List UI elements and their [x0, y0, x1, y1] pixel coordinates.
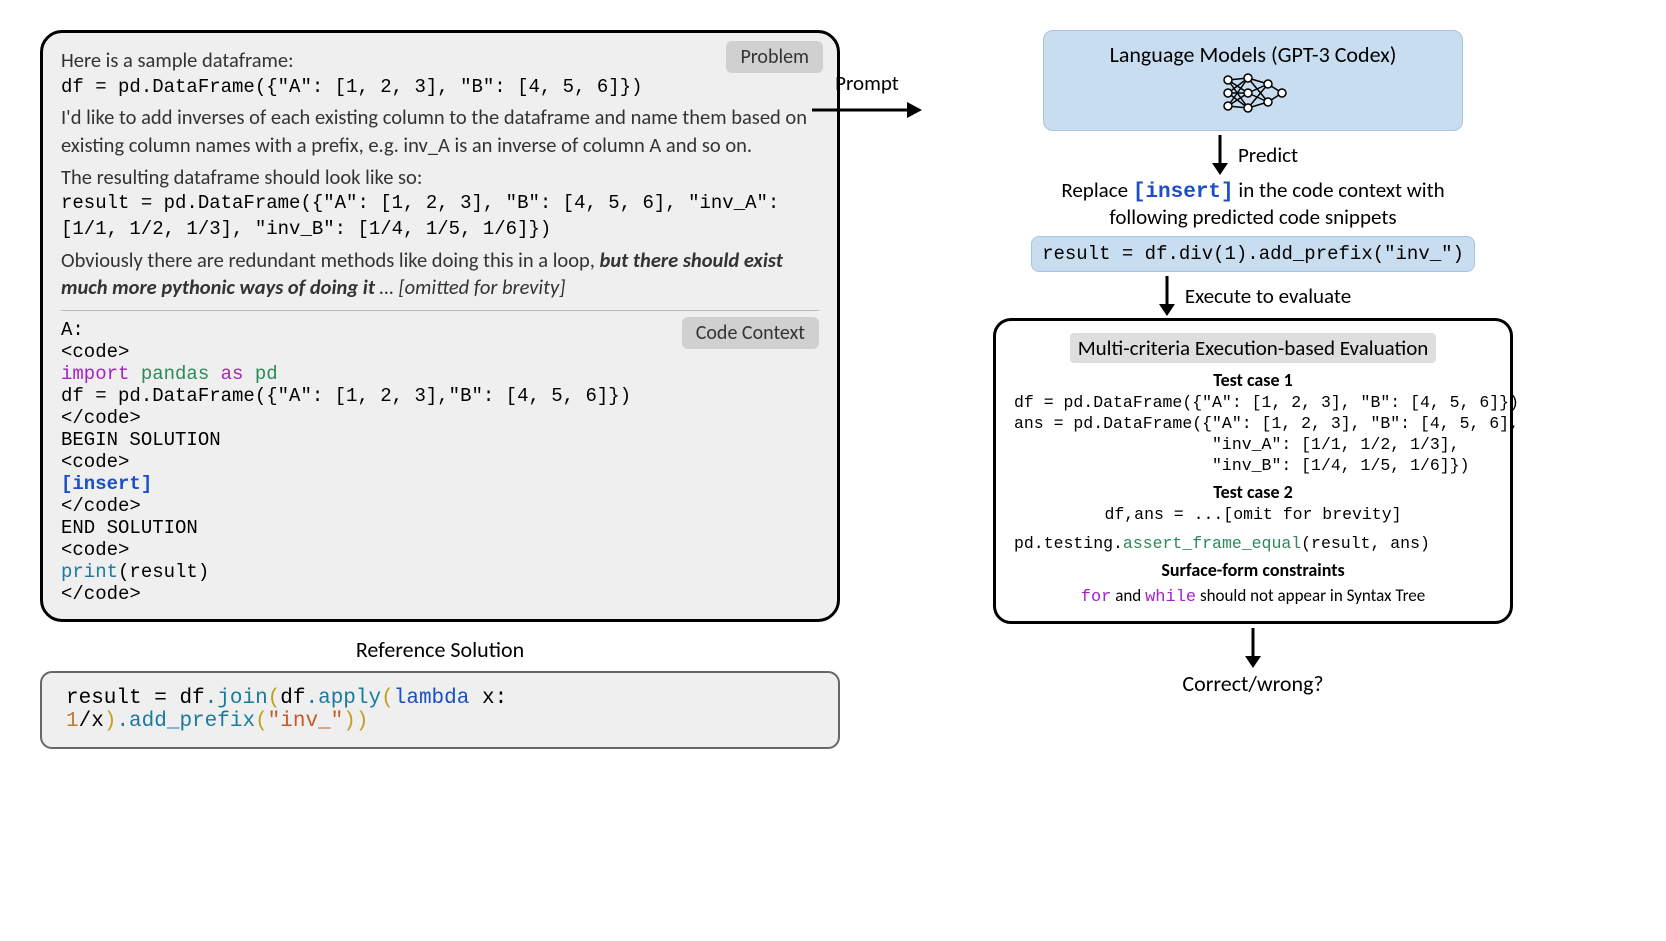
replace-insert-token: [insert] — [1133, 181, 1234, 204]
diagram-root: Problem Here is a sample dataframe: df =… — [40, 30, 1626, 749]
replace-text: Replace [insert] in the code context wit… — [1023, 177, 1483, 230]
arrow-right-icon — [812, 98, 922, 122]
problem-line-4a: Obviously there are redundant methods li… — [61, 247, 600, 273]
problem-section: Here is a sample dataframe: df = pd.Data… — [61, 47, 819, 302]
tc2-line-1: df,ans = ...[omit for brevity] — [1014, 505, 1492, 524]
problem-line-3: The resulting dataframe should look like… — [61, 164, 819, 192]
tc1-line-3: "inv_A": [1/1, 1/2, 1/3], — [1014, 435, 1492, 454]
problem-line-4c: … [omitted for brevity] — [375, 274, 565, 300]
assert-line: pd.testing.assert_frame_equal(result, an… — [1014, 534, 1492, 553]
tc1-line-1: df = pd.DataFrame({"A": [1, 2, 3], "B": … — [1014, 393, 1492, 412]
context-tag: Code Context — [682, 317, 819, 349]
prompt-arrow-group: Prompt — [812, 70, 922, 122]
ctx-close3: </code> — [61, 583, 819, 605]
reference-solution-heading: Reference Solution — [40, 636, 840, 663]
problem-line-4: Obviously there are redundant methods li… — [61, 247, 819, 302]
left-column: Problem Here is a sample dataframe: df =… — [40, 30, 840, 749]
arrow-down-icon — [1155, 276, 1179, 316]
ctx-close2: </code> — [61, 495, 819, 517]
tc1-line-4: "inv_B": [1/4, 1/5, 1/6]}) — [1014, 456, 1492, 475]
ctx-insert: [insert] — [61, 473, 819, 495]
ctx-close1: </code> — [61, 407, 819, 429]
predict-label: Predict — [1238, 142, 1298, 168]
problem-code-1: df = pd.DataFrame({"A": [1, 2, 3], "B": … — [61, 75, 819, 101]
ctx-open2: <code> — [61, 451, 819, 473]
ctx-import: import pandas as pd — [61, 363, 819, 385]
test-case-1-heading: Test case 1 — [1014, 369, 1492, 391]
tc1-line-2: ans = pd.DataFrame({"A": [1, 2, 3], "B":… — [1014, 414, 1492, 433]
prompt-label: Prompt — [835, 70, 899, 96]
surface-heading: Surface-form constraints — [1014, 559, 1492, 581]
final-question: Correct/wrong? — [1182, 670, 1323, 697]
surface-line: for and while should not appear in Synta… — [1014, 585, 1492, 607]
problem-line-2: I'd like to add inverses of each existin… — [61, 104, 819, 159]
test-case-2-heading: Test case 2 — [1014, 481, 1492, 503]
code-context-section: Code Context A: <code> import pandas as … — [61, 310, 819, 605]
predict-arrow-group: Predict — [880, 135, 1626, 175]
arrow-down-icon — [1241, 628, 1265, 668]
problem-tag: Problem — [726, 41, 823, 73]
ctx-end: END SOLUTION — [61, 517, 819, 539]
problem-code-2: result = pd.DataFrame({"A": [1, 2, 3], "… — [61, 191, 819, 242]
evaluation-title: Multi-criteria Execution-based Evaluatio… — [1070, 333, 1437, 363]
ctx-print: print(result) — [61, 561, 819, 583]
replace-text-a: Replace — [1061, 177, 1132, 203]
evaluation-panel: Multi-criteria Execution-based Evaluatio… — [993, 318, 1513, 624]
execute-label: Execute to evaluate — [1185, 283, 1351, 309]
language-model-box: Language Models (GPT-3 Codex) — [1043, 30, 1463, 131]
language-model-title: Language Models (GPT-3 Codex) — [1062, 41, 1444, 68]
problem-panel: Problem Here is a sample dataframe: df =… — [40, 30, 840, 622]
neural-network-icon — [1218, 72, 1288, 114]
arrow-down-icon — [1208, 135, 1232, 175]
predicted-code-pill: result = df.div(1).add_prefix("inv_") — [1031, 236, 1475, 272]
execute-arrow-group: Execute to evaluate — [880, 276, 1626, 316]
reference-solution-panel: result = df.join(df.apply(lambda x: 1/x)… — [40, 671, 840, 749]
right-column: Prompt Language Models (GPT-3 Codex) — [880, 30, 1626, 697]
problem-line-1: Here is a sample dataframe: — [61, 47, 819, 75]
ctx-dfline: df = pd.DataFrame({"A": [1, 2, 3],"B": [… — [61, 385, 819, 407]
ctx-open3: <code> — [61, 539, 819, 561]
ctx-begin: BEGIN SOLUTION — [61, 429, 819, 451]
